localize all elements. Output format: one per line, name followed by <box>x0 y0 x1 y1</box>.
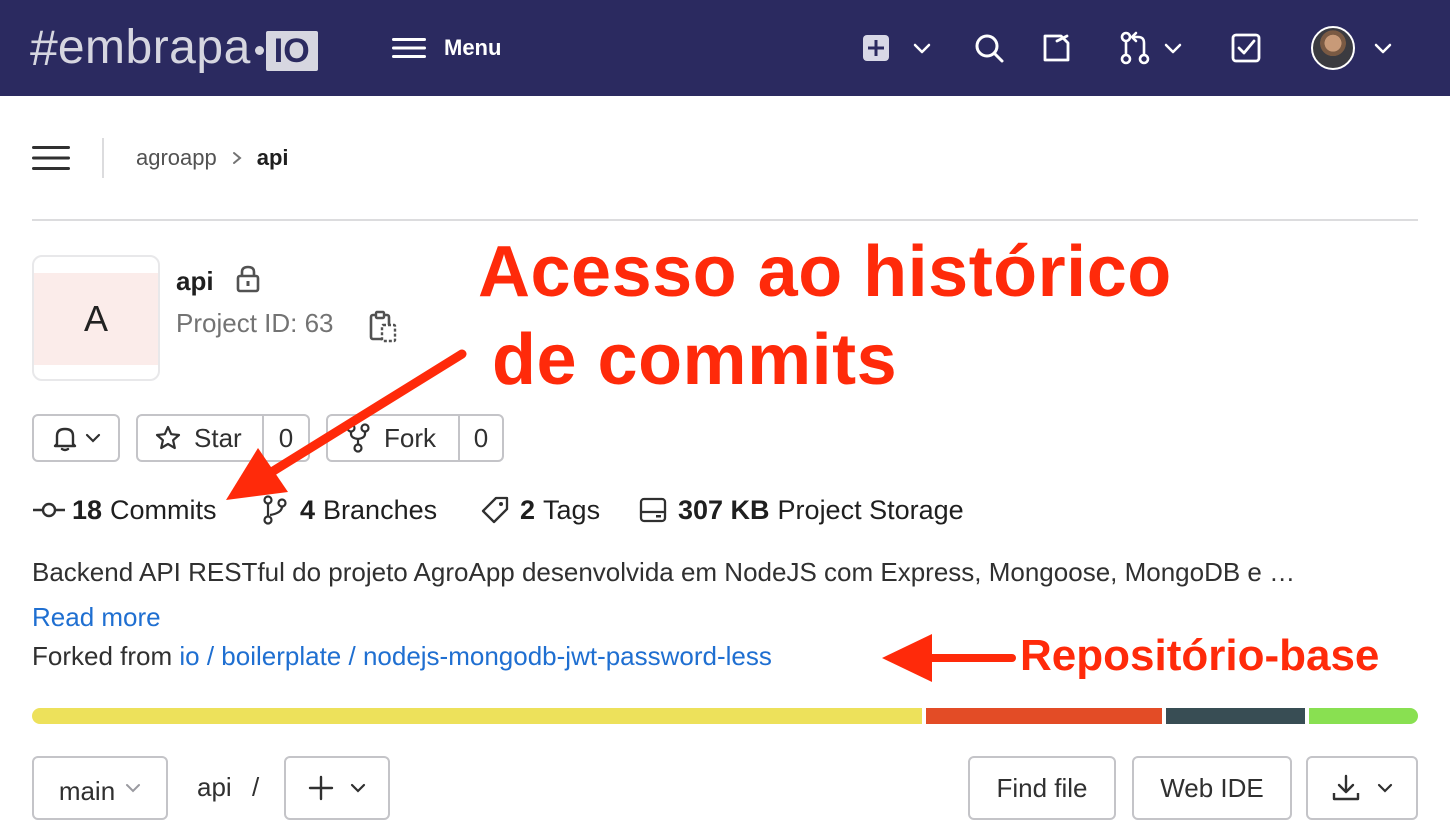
arrow-to-commits-icon <box>226 349 467 500</box>
annotation-arrows <box>226 349 1016 682</box>
annotation-base-repository: Repositório-base <box>1020 631 1380 680</box>
arrow-to-fork-source-icon <box>882 634 1016 682</box>
